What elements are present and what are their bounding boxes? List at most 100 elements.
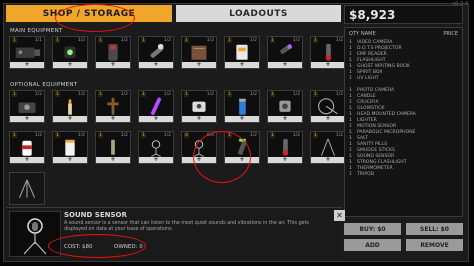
equipment-slot[interactable]: 1 1/2 + <box>224 90 260 123</box>
add-to-loadout-button[interactable]: + <box>96 62 130 68</box>
money-panel: $8,923 <box>344 5 463 24</box>
add-to-loadout-button[interactable]: + <box>268 62 302 68</box>
slot-count: 1 <box>55 92 60 97</box>
equipment-slot[interactable]: 1 1/2 + <box>181 36 217 69</box>
add-to-loadout-button[interactable]: + <box>10 116 44 122</box>
spirit-box-icon <box>236 44 248 60</box>
item-info-panel: SOUND SENSOR A sound sensor is a sensor … <box>6 207 345 259</box>
cart-list-item[interactable]: 1 UV LIGHT <box>349 76 458 82</box>
add-to-loadout-button[interactable]: + <box>225 62 259 68</box>
add-button[interactable]: ADD <box>344 239 401 251</box>
cart-list-rows: 1 VIDEO CAMERA 1 D.O.T.S PROJECTOR 1 EMF READ… <box>349 40 458 178</box>
slot-count: 1 <box>141 133 146 138</box>
slot-owned: 1/2 <box>292 38 300 43</box>
add-to-loadout-button[interactable]: + <box>139 157 173 163</box>
add-to-loadout-button[interactable]: + <box>10 62 44 68</box>
equipment-slot[interactable]: 1 1/2 + <box>52 90 88 123</box>
slot-count: 1 <box>227 38 232 43</box>
add-to-loadout-button[interactable]: + <box>53 62 87 68</box>
add-to-loadout-button[interactable]: + <box>53 157 87 163</box>
add-to-loadout-button[interactable]: + <box>182 116 216 122</box>
add-to-loadout-button[interactable]: + <box>311 157 345 163</box>
slot-count: 1 <box>98 133 103 138</box>
slot-owned: 1/2 <box>249 133 257 138</box>
add-to-loadout-button[interactable]: + <box>225 116 259 122</box>
equipment-slot[interactable]: 1 1/2 + <box>52 131 88 164</box>
add-to-loadout-button[interactable]: + <box>53 116 87 122</box>
equipment-slot[interactable]: 1 1/2 + <box>224 131 260 164</box>
slot-owned: 1/2 <box>292 92 300 97</box>
tab-loadouts[interactable]: LOADOUTS <box>176 5 341 22</box>
slot-count: 1 <box>12 92 17 97</box>
remove-button[interactable]: REMOVE <box>406 239 463 251</box>
slot-count: 1 <box>184 38 189 43</box>
add-to-loadout-button[interactable]: + <box>10 157 44 163</box>
sell-button[interactable]: SELL: $0 <box>406 223 463 235</box>
slot-owned: 1/2 <box>249 92 257 97</box>
equipment-slot[interactable]: 1 1/2 + <box>181 90 217 123</box>
motion-sensor-icon <box>279 100 291 112</box>
slot-count: 1 <box>270 133 275 138</box>
equipment-slot[interactable]: 1 1/2 + <box>224 36 260 69</box>
equipment-slot[interactable]: 1 1/1 + <box>9 36 45 69</box>
slot-count: 1 <box>12 133 17 138</box>
price-header: PRICE <box>443 31 458 37</box>
slot-count: 1 <box>141 38 146 43</box>
equipment-slot[interactable]: 1 1/2 + <box>267 131 303 164</box>
sound-sensor-icon <box>194 140 204 157</box>
equipment-slot[interactable]: 1 1/2 + <box>138 90 174 123</box>
equipment-slot[interactable]: 1 1/2 + <box>52 36 88 69</box>
item-name: TRIPOD <box>357 172 375 177</box>
equipment-slot[interactable]: 1 1/2 + <box>267 36 303 69</box>
equipment-slot[interactable]: 1 1/2 + <box>95 90 131 123</box>
slot-owned: 1/2 <box>335 133 343 138</box>
add-to-loadout-button[interactable]: + <box>268 116 302 122</box>
extra-slot[interactable] <box>9 172 45 205</box>
thermometer-icon <box>325 43 332 61</box>
equipment-slot[interactable]: 1 1/2 + <box>310 36 346 69</box>
cart-list-item[interactable]: 1 TRIPOD <box>349 172 458 178</box>
equipment-slot[interactable]: 1 1/2 + <box>267 90 303 123</box>
equipment-slot[interactable]: 1 1/2 + <box>9 131 45 164</box>
slot-owned: 1/2 <box>163 133 171 138</box>
slot-owned: 1/2 <box>335 38 343 43</box>
equipment-slot[interactable]: 1 1/2 + <box>95 131 131 164</box>
close-button[interactable]: ✕ <box>334 210 345 221</box>
flashlight-icon <box>150 43 164 58</box>
add-to-loadout-button[interactable]: + <box>139 62 173 68</box>
glowstick-icon <box>150 97 162 115</box>
equipment-slot[interactable]: 1 1/2 + <box>9 90 45 123</box>
sound-sensor-preview <box>9 211 61 257</box>
equipment-slot[interactable]: 1 1/2 + <box>138 36 174 69</box>
add-to-loadout-button[interactable]: + <box>268 157 302 163</box>
slot-owned: 1/2 <box>163 38 171 43</box>
slot-owned: 1/1 <box>34 38 42 43</box>
slot-count: 1 <box>313 38 318 43</box>
slot-owned: 1/2 <box>335 92 343 97</box>
add-to-loadout-button[interactable]: + <box>225 157 259 163</box>
buy-button[interactable]: BUY: $0 <box>344 223 401 235</box>
add-to-loadout-button[interactable]: + <box>311 116 345 122</box>
sanity-pills-icon <box>65 139 75 156</box>
equipment-slot[interactable]: 1 1/2 + <box>310 131 346 164</box>
equipment-slot[interactable]: 1 1/2 + <box>138 131 174 164</box>
slot-count: 1 <box>55 38 60 43</box>
tab-shop-storage[interactable]: SHOP / STORAGE <box>6 5 172 22</box>
add-to-loadout-button[interactable]: + <box>96 116 130 122</box>
item-cost: COST: $80 <box>64 244 93 250</box>
equipment-slot[interactable]: 0 0/4 + <box>181 131 217 164</box>
main-equipment-grid: 1 1/1 +1 1/2 +1 1/2 +1 1/2 +1 1/2 +1 1/2 +1 1/2 +1 1/2 + <box>9 36 346 69</box>
equipment-slot[interactable]: 1 1/2 + <box>95 36 131 69</box>
optional-equipment-grid: 1 1/2 +1 1/2 +1 1/2 +1 1/2 +1 1/2 +1 1/2 +1 1/2 +1 1/2 +… <box>9 90 346 164</box>
strong-flashlight-icon <box>237 138 247 155</box>
equipment-slot[interactable]: 1 1/2 + <box>310 90 346 123</box>
add-to-loadout-button[interactable]: + <box>311 62 345 68</box>
slot-owned: 1/2 <box>34 133 42 138</box>
add-to-loadout-button[interactable]: + <box>182 157 216 163</box>
slot-count: 1 <box>313 133 318 138</box>
add-to-loadout-button[interactable]: + <box>182 62 216 68</box>
slot-count: 0 <box>184 133 189 138</box>
add-to-loadout-button[interactable]: + <box>96 157 130 163</box>
add-to-loadout-button[interactable]: + <box>139 116 173 122</box>
thermometer-icon <box>282 138 289 156</box>
